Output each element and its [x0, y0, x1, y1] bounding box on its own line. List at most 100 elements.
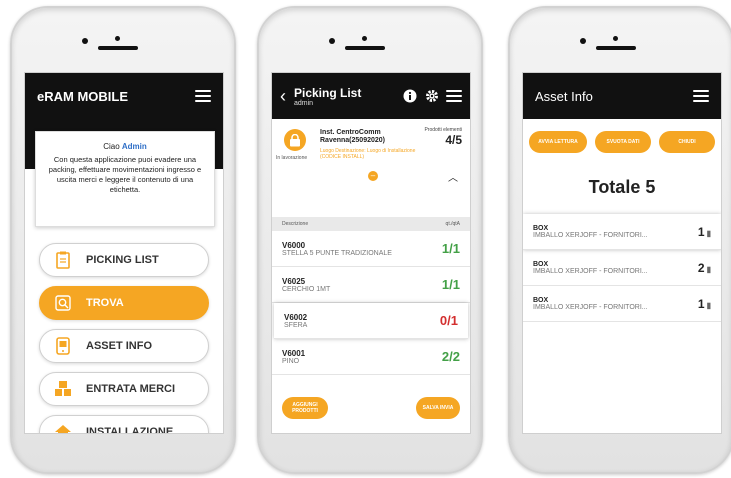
welcome-card: Ciao Admin Con questa applicazione puoi …	[35, 131, 215, 227]
item-description: SFERA	[284, 321, 308, 329]
item-code: V6000	[282, 240, 306, 250]
installation-name: Inst. CentroComm Ravenna(25092020)	[320, 129, 385, 144]
speaker-grille	[345, 46, 385, 50]
asset-info-screen: Asset Info AVVIA LETTURA SVUOTA DATI CHI…	[522, 72, 722, 434]
camera-dot	[82, 38, 88, 44]
table-header: Descrizione qt./qtA	[272, 217, 470, 231]
tag-icon: ▮	[706, 300, 711, 310]
table-row[interactable]: V6025 CERCHIO 1MT 1/1	[272, 267, 470, 303]
table-row[interactable]: V6000 STELLA 5 PUNTE TRADIZIONALE 1/1	[272, 231, 470, 267]
asset-row-selected[interactable]: BOX IMBALLO XERJOFF - FORNITORI... 1 ▮	[523, 214, 721, 250]
menu-asset-info-button[interactable]: ASSET INFO	[39, 329, 209, 363]
house-icon	[54, 423, 72, 433]
tag-icon: ▮	[706, 264, 711, 274]
asset-description: IMBALLO XERJOFF - FORNITORI...	[533, 231, 648, 239]
asset-quantity: 2 ▮	[697, 260, 711, 275]
installation-details: Inst. CentroComm Ravenna(25092020) Luogo…	[320, 129, 420, 160]
products-value: 4/5	[445, 133, 462, 147]
asset-code: BOX	[533, 260, 549, 268]
welcome-description: Con questa applicazione puoi evadere una…	[48, 155, 202, 194]
app-bar: ‹ Picking List admin	[272, 73, 470, 119]
asset-description: IMBALLO XERJOFF - FORNITORI...	[533, 303, 648, 311]
clear-data-button[interactable]: SVUOTA DATI	[595, 131, 651, 153]
app-title: eRAM MOBILE	[37, 88, 128, 104]
app-bar: Asset Info	[523, 73, 721, 119]
products-counter: Prodotti elementi 4/5	[424, 127, 462, 147]
menu-entrata-merci-button[interactable]: ENTRATA MERCI	[39, 372, 209, 406]
page-subtitle: admin	[294, 99, 314, 107]
lock-icon	[284, 129, 306, 151]
menu-label: ENTRATA MERCI	[86, 383, 176, 395]
installation-destination: Luogo Destinazione: Luogo di Installazio…	[320, 148, 416, 160]
item-description: STELLA 5 PUNTE TRADIZIONALE	[282, 249, 392, 257]
table-row-selected[interactable]: V6002 SFERA 0/1	[274, 303, 468, 339]
phone-1: eRAM MOBILE Ciao Admin Con questa applic…	[10, 6, 236, 474]
main-menu: PICKING LIST TROVA ASSET INFO ENTRATA ME…	[39, 243, 209, 434]
menu-trova-button[interactable]: TROVA	[39, 286, 209, 320]
menu-label: INSTALLAZIONE	[86, 426, 174, 434]
camera-dot	[329, 38, 335, 44]
add-products-button[interactable]: AGGIUNGI PRODOTTI	[282, 397, 328, 419]
table-row[interactable]: V6001 PINO 2/2	[272, 339, 470, 375]
asset-code: BOX	[533, 224, 549, 232]
column-description: Descrizione	[282, 221, 309, 227]
action-buttons: AVVIA LETTURA SVUOTA DATI CHIUDI	[523, 119, 721, 153]
chevron-up-icon[interactable]: ︿	[448, 169, 458, 184]
hamburger-menu-icon[interactable]	[446, 90, 462, 102]
info-icon[interactable]	[402, 88, 418, 104]
item-code: V6025	[282, 276, 306, 286]
menu-label: ASSET INFO	[86, 340, 153, 352]
home-screen: eRAM MOBILE Ciao Admin Con questa applic…	[24, 72, 224, 434]
menu-label: PICKING LIST	[86, 254, 159, 266]
hamburger-menu-icon[interactable]	[195, 90, 211, 102]
start-reading-button[interactable]: AVVIA LETTURA	[529, 131, 587, 153]
item-code: V6002	[284, 312, 308, 322]
picking-list-screen: ‹ Picking List admin In lavorazione Inst…	[271, 72, 471, 434]
save-send-button[interactable]: SALVA INVIA	[416, 397, 460, 419]
camera-dot	[580, 38, 586, 44]
speaker-grille	[596, 46, 636, 50]
menu-picking-list-button[interactable]: PICKING LIST	[39, 243, 209, 277]
app-bar: eRAM MOBILE	[25, 73, 223, 119]
item-quantity: 1/1	[441, 277, 460, 292]
item-quantity: 0/1	[439, 313, 458, 328]
collapse-minus-icon[interactable]: –	[368, 171, 378, 181]
phone-3: Asset Info AVVIA LETTURA SVUOTA DATI CHI…	[508, 6, 731, 474]
item-description: CERCHIO 1MT	[282, 285, 331, 293]
sensor-dot	[362, 36, 367, 41]
asset-quantity: 1 ▮	[697, 224, 711, 239]
item-quantity: 2/2	[441, 349, 460, 364]
stage: eRAM MOBILE Ciao Admin Con questa applic…	[0, 0, 731, 478]
page-title: Asset Info	[535, 88, 593, 104]
clipboard-icon	[54, 251, 72, 269]
total-count: Totale 5	[588, 177, 656, 197]
back-arrow-icon[interactable]: ‹	[280, 86, 286, 107]
item-description: PINO	[282, 357, 300, 365]
menu-label: TROVA	[86, 297, 124, 309]
item-code: V6001	[282, 348, 306, 358]
asset-code: BOX	[533, 296, 549, 304]
tablet-icon	[54, 337, 72, 355]
phone-2: ‹ Picking List admin In lavorazione Inst…	[257, 6, 483, 474]
gear-icon[interactable]	[424, 88, 440, 104]
tag-icon: ▮	[706, 228, 711, 238]
greeting: Ciao Admin	[103, 142, 147, 151]
asset-quantity: 1 ▮	[697, 296, 711, 311]
sensor-dot	[613, 36, 618, 41]
title-block: Picking List admin	[294, 86, 396, 107]
asset-row[interactable]: BOX IMBALLO XERJOFF - FORNITORI... 2 ▮	[523, 250, 721, 286]
installation-info: In lavorazione Inst. CentroComm Ravenna(…	[272, 119, 470, 217]
speaker-grille	[98, 46, 138, 50]
item-quantity: 1/1	[441, 241, 460, 256]
lock-status-label: In lavorazione	[276, 155, 308, 161]
column-quantity: qt./qtA	[445, 221, 460, 227]
asset-description: IMBALLO XERJOFF - FORNITORI...	[533, 267, 648, 275]
close-button[interactable]: CHIUDI	[659, 131, 715, 153]
search-icon	[54, 294, 72, 312]
asset-row[interactable]: BOX IMBALLO XERJOFF - FORNITORI... 1 ▮	[523, 286, 721, 322]
boxes-icon	[54, 380, 72, 398]
page-title: Picking List	[294, 85, 362, 100]
sensor-dot	[115, 36, 120, 41]
menu-installazione-button[interactable]: INSTALLAZIONE	[39, 415, 209, 434]
hamburger-menu-icon[interactable]	[693, 90, 709, 102]
